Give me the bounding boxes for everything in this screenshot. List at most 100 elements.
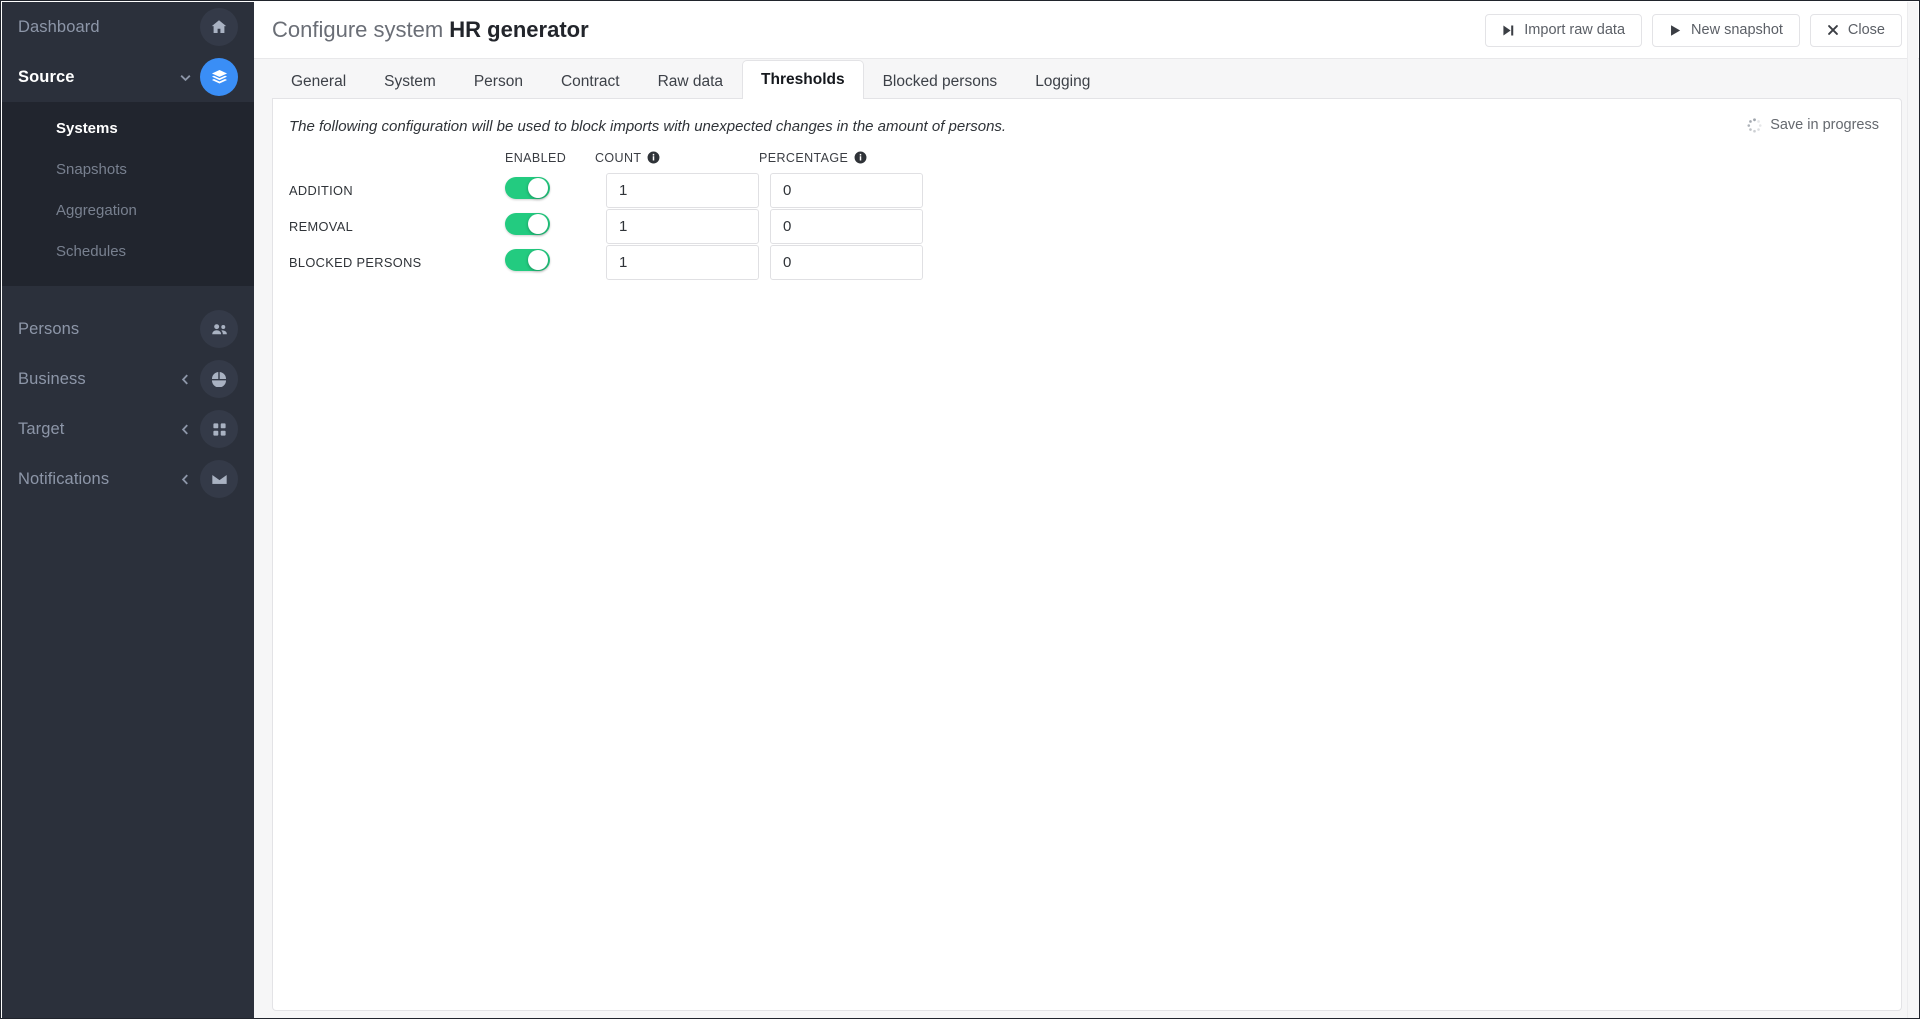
tab-contract[interactable]: Contract [542,63,639,99]
table-row: BLOCKED PERSONS [289,245,923,281]
chevron-left-icon[interactable] [174,473,196,486]
info-icon[interactable] [647,151,660,164]
column-header-percentage: PERCENTAGE [759,151,923,173]
row-label-addition: ADDITION [289,183,353,198]
panel-description: The following configuration will be used… [289,118,1007,135]
spinner-icon [1747,117,1762,133]
tab-label: Contract [560,72,620,90]
people-icon [200,310,238,348]
count-input-addition[interactable] [606,173,759,208]
info-icon[interactable] [854,151,867,164]
envelope-icon [200,460,238,498]
row-count-cell [595,209,759,245]
tab-thresholds[interactable]: Thresholds [742,60,864,99]
tab-system[interactable]: System [365,63,455,99]
column-header-count: COUNT [595,151,759,173]
new-snapshot-button[interactable]: New snapshot [1652,13,1800,47]
tab-label: System [384,72,436,90]
row-label-removal: REMOVAL [289,219,354,234]
close-x-icon [1827,24,1839,36]
sidebar-item-business[interactable]: Business [2,354,254,404]
sidebar-item-label: Source [18,67,75,86]
grid-icon [200,410,238,448]
scrollbar-gutter[interactable] [1907,2,1918,1018]
thresholds-table-body: ADDITION REMOVAL [289,173,923,281]
toggle-blocked-persons-enabled[interactable] [505,249,550,271]
close-button[interactable]: Close [1809,13,1902,47]
thresholds-table-head: ENABLED COUNT PERCENTAGE [289,151,923,173]
sidebar-subitem-snapshots[interactable]: Snapshots [2,149,254,190]
row-percentage-cell [759,173,923,209]
tab-label: Person [473,72,523,90]
sidebar-item-dashboard[interactable]: Dashboard [2,2,254,52]
pie-chart-icon [200,360,238,398]
sidebar-item-label: Target [18,419,65,438]
row-label-blocked-persons: BLOCKED PERSONS [289,255,422,270]
row-count-cell [595,245,759,281]
tab-raw-data[interactable]: Raw data [639,63,742,99]
page-header: Configure system HR generator Import raw… [254,2,1919,59]
sidebar-item-target[interactable]: Target [2,404,254,454]
count-input-removal[interactable] [606,209,759,244]
percentage-input-removal[interactable] [770,209,923,244]
sidebar-item-label: Business [18,369,86,388]
percentage-input-blocked-persons[interactable] [770,245,923,280]
table-header-row: ENABLED COUNT PERCENTAGE [289,151,923,173]
chevron-left-icon[interactable] [174,423,196,436]
home-icon [200,8,238,46]
save-status-indicator: Save in progress [1747,117,1885,133]
sidebar-subitem-label: Schedules [56,243,127,260]
column-header-count-label: COUNT [595,150,642,165]
sidebar-item-label: Notifications [18,469,110,488]
sidebar-submenu-source: Systems Snapshots Aggregation Schedules [2,102,254,286]
percentage-input-addition[interactable] [770,173,923,208]
sidebar-subitem-label: Snapshots [56,161,127,178]
chevron-down-icon[interactable] [174,71,196,84]
toggle-removal-enabled[interactable] [505,213,550,235]
tab-blocked-persons[interactable]: Blocked persons [864,63,1017,99]
tab-person[interactable]: Person [455,63,542,99]
import-raw-data-label: Import raw data [1524,22,1626,38]
count-input-blocked-persons[interactable] [606,245,759,280]
page-title-system-name: HR generator [449,17,589,42]
row-toggle-cell [505,245,595,281]
tab-general[interactable]: General [272,63,365,99]
tab-label: Logging [1035,72,1091,90]
main-content-area: Configure system HR generator Import raw… [254,2,1919,1018]
row-toggle-cell [505,173,595,209]
sidebar-subitem-label: Aggregation [56,202,137,219]
header-action-buttons: Import raw data New snapshot Close [1485,13,1912,47]
application-window: Dashboard Source Systems Snapshots Aggre… [0,0,1920,1019]
page-title: Configure system HR generator [272,17,589,43]
sidebar-item-persons[interactable]: Persons [2,304,254,354]
sidebar-subitem-label: Systems [56,120,118,137]
sidebar-item-label: Persons [18,319,80,338]
sidebar-item-source[interactable]: Source [2,52,254,102]
toggle-addition-enabled[interactable] [505,177,550,199]
thresholds-panel: The following configuration will be used… [272,98,1902,1011]
import-raw-data-button[interactable]: Import raw data [1485,13,1643,47]
sidebar-subitem-schedules[interactable]: Schedules [2,231,254,272]
page-title-prefix: Configure system [272,17,450,42]
column-header-enabled: ENABLED [505,151,595,173]
chevron-left-icon[interactable] [174,373,196,386]
close-label: Close [1847,22,1885,38]
tab-label: Raw data [657,72,724,90]
sidebar-item-label: Dashboard [18,17,100,36]
table-row: REMOVAL [289,209,923,245]
sidebar-item-notifications[interactable]: Notifications [2,454,254,504]
row-count-cell [595,173,759,209]
sidebar-subitem-systems[interactable]: Systems [2,108,254,149]
tab-label: General [291,72,347,90]
row-toggle-cell [505,209,595,245]
row-percentage-cell [759,209,923,245]
sidebar-subitem-aggregation[interactable]: Aggregation [2,190,254,231]
tab-label: Blocked persons [882,72,998,90]
save-status-label: Save in progress [1770,117,1879,133]
tab-bar: General System Person Contract Raw data … [254,59,1919,99]
toggle-knob [528,214,548,234]
tab-logging[interactable]: Logging [1016,63,1109,99]
column-header-enabled-label: ENABLED [505,150,567,165]
panel-intro-row: The following configuration will be used… [289,117,1885,137]
